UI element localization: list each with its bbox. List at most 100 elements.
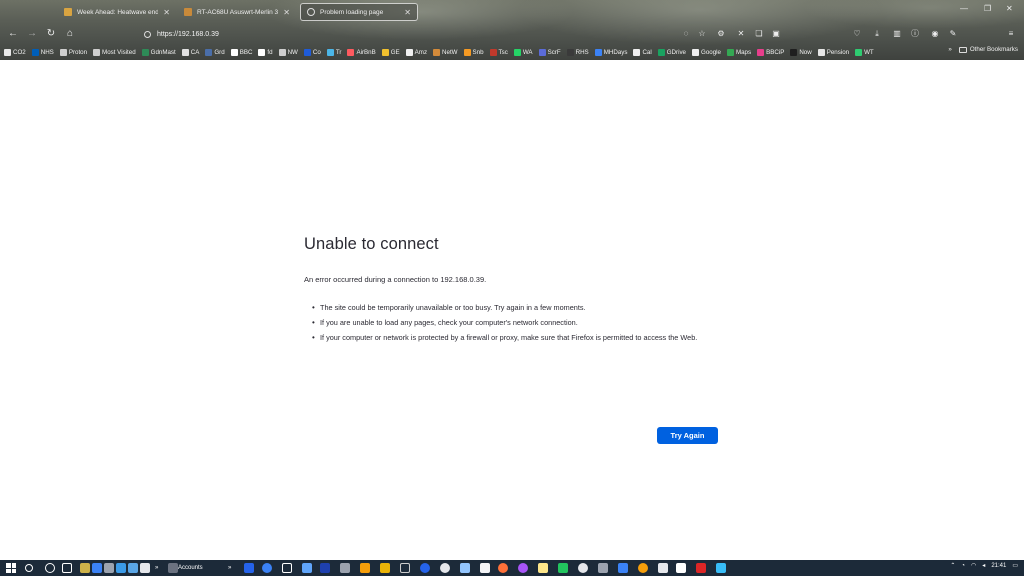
taskbar-app-icon[interactable] bbox=[104, 563, 114, 573]
taskbar-app-icon[interactable] bbox=[716, 563, 726, 573]
bookmark-item[interactable]: WA bbox=[513, 48, 533, 56]
taskbar-app-icon[interactable] bbox=[262, 563, 272, 573]
address-bar[interactable]: https://192.168.0.39 bbox=[144, 28, 219, 41]
extension-copy-icon[interactable]: ❏ bbox=[754, 29, 764, 39]
reload-icon[interactable]: ↻ bbox=[44, 27, 58, 41]
try-again-button[interactable]: Try Again bbox=[657, 427, 718, 444]
taskbar-app-icon[interactable] bbox=[518, 563, 528, 573]
taskbar-app-icon[interactable] bbox=[340, 563, 350, 573]
taskbar-app-icon[interactable] bbox=[420, 563, 430, 573]
minimize-icon[interactable]: — bbox=[960, 4, 968, 13]
bookmark-item[interactable]: Pension bbox=[817, 48, 849, 56]
bookmark-item[interactable]: Grd bbox=[205, 48, 225, 56]
library-icon[interactable]: ▥ bbox=[892, 29, 902, 39]
chevron-more-icon[interactable]: » bbox=[948, 46, 951, 53]
accounts-app-label[interactable]: Accounts bbox=[178, 563, 203, 573]
bookmark-item[interactable]: Most Visited bbox=[93, 48, 136, 56]
extension-x-icon[interactable]: ✕ bbox=[736, 29, 746, 39]
bookmark-item[interactable]: Tsc bbox=[489, 48, 508, 56]
tab-problem-loading[interactable]: Problem loading page ✕ bbox=[300, 3, 418, 21]
taskbar-app-icon[interactable] bbox=[578, 563, 588, 573]
bookmark-item[interactable]: BBCiP bbox=[757, 48, 784, 56]
bookmark-item[interactable]: NW bbox=[278, 48, 298, 56]
home-icon[interactable]: ⌂ bbox=[63, 27, 77, 41]
overflow-chevron-icon[interactable]: » bbox=[155, 563, 158, 573]
bookmark-item[interactable]: GE bbox=[381, 48, 400, 56]
bookmark-item[interactable]: GdnMast bbox=[141, 48, 176, 56]
bookmark-item[interactable]: CA bbox=[181, 48, 199, 56]
taskbar-app-icon[interactable] bbox=[480, 563, 490, 573]
bookmark-item[interactable]: MHDays bbox=[594, 48, 627, 56]
taskbar-app-icon[interactable] bbox=[440, 563, 450, 573]
file-explorer-icon[interactable] bbox=[80, 563, 90, 573]
bookmark-item[interactable]: Tr bbox=[326, 48, 341, 56]
back-icon[interactable]: ← bbox=[6, 27, 20, 41]
bookmark-item[interactable]: RHS bbox=[566, 48, 589, 56]
bookmark-item[interactable]: Google bbox=[692, 48, 721, 56]
taskbar-app-icon[interactable] bbox=[320, 563, 330, 573]
bookmark-item[interactable]: WT bbox=[855, 48, 874, 56]
pocket-icon[interactable]: ♡ bbox=[852, 29, 862, 39]
bookmark-item[interactable]: Cal bbox=[633, 48, 652, 56]
bookmark-item[interactable]: NetW bbox=[433, 48, 458, 56]
bookmark-item[interactable]: BBC bbox=[230, 48, 252, 56]
menu-icon[interactable]: ≡ bbox=[1006, 29, 1016, 39]
restore-icon[interactable]: ❐ bbox=[984, 4, 991, 13]
taskbar-app-icon[interactable] bbox=[538, 563, 548, 573]
firefox-icon[interactable] bbox=[498, 563, 508, 573]
taskbar-app-icon[interactable] bbox=[380, 563, 390, 573]
bookmark-item[interactable]: GDrive bbox=[657, 48, 686, 56]
info-extension-icon[interactable]: ⓘ bbox=[910, 29, 920, 39]
tray-chevron-icon[interactable]: ⌃ bbox=[950, 562, 955, 569]
close-tab-icon[interactable]: ✕ bbox=[163, 8, 170, 17]
tab-week-ahead[interactable]: Week Ahead: Heatwave ending ✕ bbox=[58, 3, 176, 21]
taskbar-app-icon[interactable] bbox=[128, 563, 138, 573]
taskbar-app-icon[interactable] bbox=[658, 563, 668, 573]
taskbar-app-icon[interactable] bbox=[400, 563, 410, 573]
bookmark-item[interactable]: NHS bbox=[31, 48, 54, 56]
overflow-chevron-icon[interactable]: » bbox=[228, 563, 231, 573]
extension-save-icon[interactable]: ▣ bbox=[771, 29, 781, 39]
taskbar-app-icon[interactable] bbox=[140, 563, 150, 573]
wifi-icon[interactable]: ◠ bbox=[971, 562, 976, 569]
taskbar-app-icon[interactable] bbox=[676, 563, 686, 573]
reader-icon[interactable]: ◌ bbox=[681, 29, 691, 39]
other-bookmarks[interactable]: » Other Bookmarks bbox=[948, 46, 1018, 53]
forward-icon[interactable]: → bbox=[25, 27, 39, 41]
bookmark-item[interactable]: Snb bbox=[463, 48, 484, 56]
bookmark-item[interactable]: Now bbox=[790, 48, 812, 56]
windows-start-icon[interactable] bbox=[6, 563, 16, 573]
notifications-icon[interactable]: ▭ bbox=[1012, 562, 1018, 569]
bookmark-item[interactable]: Co bbox=[303, 48, 321, 56]
clock[interactable]: 21:41 bbox=[991, 563, 1006, 569]
extension-edit-icon[interactable]: ✎ bbox=[948, 29, 958, 39]
close-tab-icon[interactable]: ✕ bbox=[404, 8, 411, 17]
task-view-icon[interactable] bbox=[62, 563, 72, 573]
cortana-icon[interactable] bbox=[45, 563, 55, 573]
taskbar-app-icon[interactable] bbox=[116, 563, 126, 573]
search-icon[interactable] bbox=[25, 564, 33, 572]
bookmark-item[interactable]: CO2 bbox=[4, 48, 26, 56]
close-window-icon[interactable]: ✕ bbox=[1006, 4, 1013, 13]
bookmark-item[interactable]: Proton bbox=[59, 48, 87, 56]
acrobat-icon[interactable] bbox=[696, 563, 706, 573]
taskbar-app-icon[interactable] bbox=[638, 563, 648, 573]
bookmark-item[interactable]: AirBnB bbox=[347, 48, 376, 56]
taskbar-app-icon[interactable] bbox=[282, 563, 292, 573]
site-info-icon[interactable] bbox=[144, 31, 151, 38]
taskbar-app-icon[interactable] bbox=[598, 563, 608, 573]
close-tab-icon[interactable]: ✕ bbox=[283, 8, 290, 17]
network-icon[interactable]: ◔ bbox=[961, 563, 965, 569]
bookmark-item[interactable]: fd bbox=[258, 48, 273, 56]
bookmark-item[interactable]: Amz bbox=[405, 48, 427, 56]
taskbar-app-icon[interactable] bbox=[558, 563, 568, 573]
accounts-app-icon[interactable] bbox=[168, 563, 178, 573]
volume-icon[interactable]: ◂ bbox=[982, 562, 985, 569]
bookmark-item[interactable]: ScrF bbox=[538, 48, 561, 56]
bookmark-item[interactable]: Maps bbox=[726, 48, 751, 56]
taskbar-app-icon[interactable] bbox=[302, 563, 312, 573]
account-icon[interactable]: ◉ bbox=[930, 29, 940, 39]
taskbar-app-icon[interactable] bbox=[360, 563, 370, 573]
extension-icon[interactable]: ⚙ bbox=[716, 29, 726, 39]
downloads-icon[interactable]: ⤓ bbox=[872, 29, 882, 39]
